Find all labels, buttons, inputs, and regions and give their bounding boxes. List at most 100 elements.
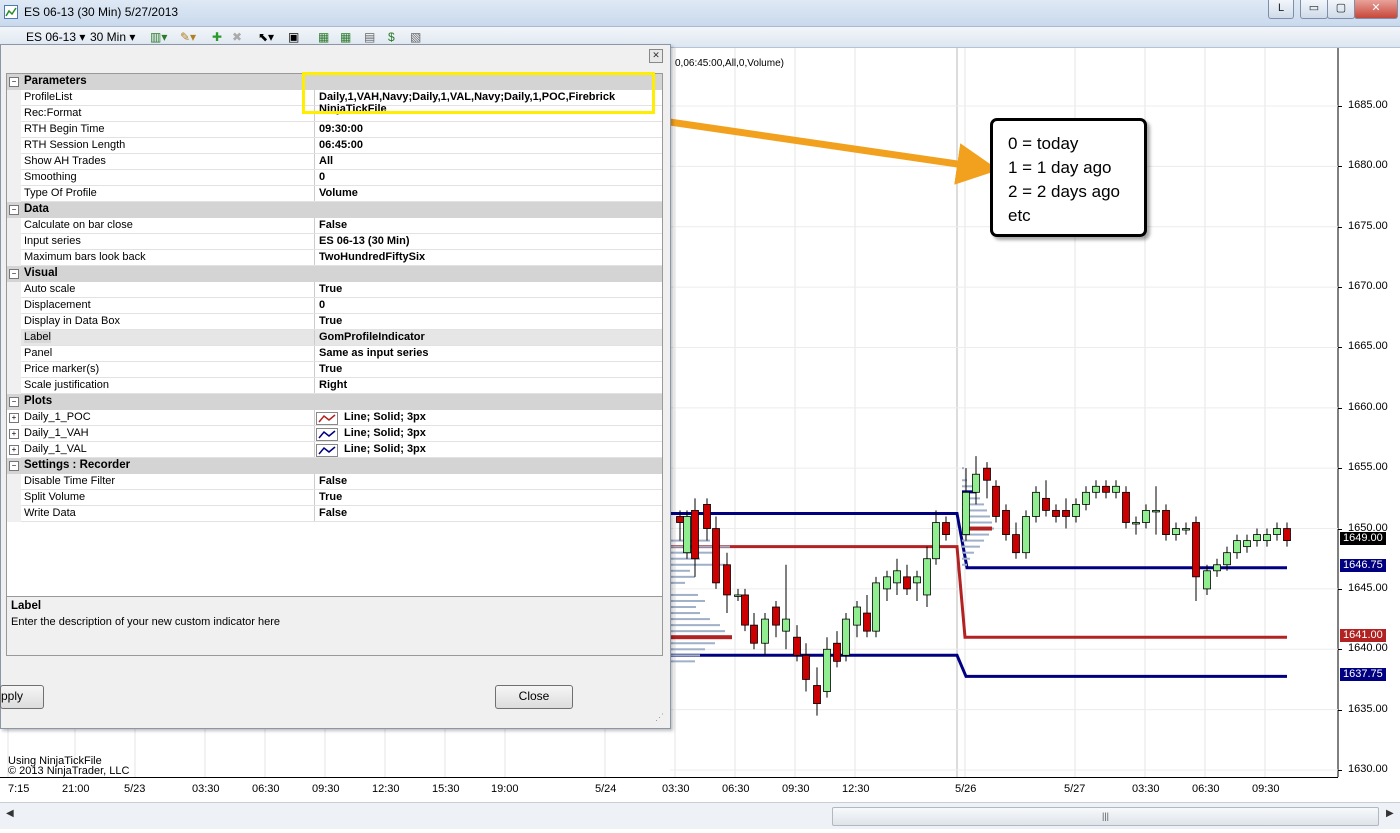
property-row[interactable]: Write Data False bbox=[7, 506, 662, 522]
candle-body bbox=[972, 473, 980, 493]
remove-icon[interactable]: ✖ bbox=[232, 30, 242, 44]
property-row[interactable]: Price marker(s) True bbox=[7, 362, 662, 378]
restore-button[interactable]: ▢ bbox=[1327, 0, 1355, 19]
scroll-left-icon[interactable]: ◀ bbox=[6, 808, 14, 819]
property-row[interactable]: Calculate on bar close False bbox=[7, 218, 662, 234]
plot-row[interactable]: + Daily_1_VAL Line; Solid; 3px bbox=[7, 442, 662, 458]
property-value[interactable]: False bbox=[319, 475, 347, 487]
property-value[interactable]: True bbox=[319, 283, 342, 295]
candle-body bbox=[813, 685, 821, 704]
property-value[interactable]: 09:30:00 bbox=[319, 123, 363, 135]
property-value[interactable]: Line; Solid; 3px bbox=[344, 427, 426, 439]
category-plots[interactable]: − Plots bbox=[7, 394, 662, 410]
property-value[interactable]: True bbox=[319, 491, 342, 503]
indicators-icon[interactable]: ▦ bbox=[318, 30, 329, 44]
draw-tool-icon[interactable]: ✎▾ bbox=[180, 30, 196, 44]
volume-profile-bar bbox=[670, 606, 696, 609]
property-row[interactable]: Smoothing 0 bbox=[7, 170, 662, 186]
property-value[interactable]: 0 bbox=[319, 299, 325, 311]
cursor-icon[interactable]: ⬉▾ bbox=[258, 30, 274, 44]
bar-type-icon[interactable]: ▥▾ bbox=[150, 30, 167, 44]
property-value[interactable]: Same as input series bbox=[319, 347, 428, 359]
strategies-icon[interactable]: ▦ bbox=[340, 30, 351, 44]
properties-icon[interactable]: ▤ bbox=[364, 30, 375, 44]
category-settings-recorder[interactable]: − Settings : Recorder bbox=[7, 458, 662, 474]
data-box-icon[interactable]: ▧ bbox=[410, 30, 421, 44]
scroll-right-icon[interactable]: ▶ bbox=[1386, 808, 1394, 819]
property-row[interactable]: Scale justification Right bbox=[7, 378, 662, 394]
category-visual[interactable]: − Visual bbox=[7, 266, 662, 282]
property-value[interactable]: True bbox=[319, 315, 342, 327]
expand-icon[interactable]: + bbox=[9, 429, 19, 439]
property-value[interactable]: Right bbox=[319, 379, 347, 391]
property-row[interactable]: Type Of Profile Volume bbox=[7, 186, 662, 202]
property-row[interactable]: Disable Time Filter False bbox=[7, 474, 662, 490]
callout-line: 0 = today bbox=[1008, 134, 1079, 153]
collapse-icon[interactable]: − bbox=[9, 269, 19, 279]
expand-icon[interactable]: + bbox=[9, 413, 19, 423]
expand-icon[interactable]: + bbox=[9, 445, 19, 455]
volume-profile-bar bbox=[670, 593, 698, 596]
volume-profile-bar bbox=[670, 648, 705, 651]
property-row[interactable]: RTH Session Length 06:45:00 bbox=[7, 138, 662, 154]
property-row[interactable]: Input series ES 06-13 (30 Min) bbox=[7, 234, 662, 250]
apply-button[interactable]: pply bbox=[0, 685, 44, 709]
chart-scrollbar[interactable]: ◀ ||| ▶ bbox=[0, 802, 1400, 829]
price-tick-mark bbox=[1338, 287, 1342, 289]
property-value[interactable]: False bbox=[319, 219, 347, 231]
candle-body bbox=[793, 636, 801, 656]
collapse-icon[interactable]: − bbox=[9, 77, 19, 87]
property-value[interactable]: 0 bbox=[319, 171, 325, 183]
instrument-selector[interactable]: ES 06-13 ▾ bbox=[26, 30, 85, 44]
poc-price-tag: 1641.00 bbox=[1340, 629, 1386, 642]
dollar-icon[interactable]: $ bbox=[388, 30, 395, 44]
dialog-close-icon[interactable]: ✕ bbox=[649, 49, 663, 63]
property-value[interactable]: GomProfileIndicator bbox=[319, 331, 425, 343]
candle-body bbox=[1233, 540, 1241, 554]
property-row-selected[interactable]: Label GomProfileIndicator bbox=[7, 330, 662, 346]
plot-row[interactable]: + Daily_1_POC Line; Solid; 3px bbox=[7, 410, 662, 426]
property-value[interactable]: Volume bbox=[319, 187, 358, 199]
property-row[interactable]: Split Volume True bbox=[7, 490, 662, 506]
interval-selector[interactable]: 30 Min ▾ bbox=[90, 30, 135, 44]
price-tick-label: 1675.00 bbox=[1348, 219, 1388, 232]
collapse-icon[interactable]: − bbox=[9, 397, 19, 407]
price-tick-label: 1655.00 bbox=[1348, 461, 1388, 474]
property-row[interactable]: Show AH Trades All bbox=[7, 154, 662, 170]
property-value[interactable]: TwoHundredFiftySix bbox=[319, 251, 425, 263]
property-value[interactable]: Line; Solid; 3px bbox=[344, 443, 426, 455]
zoom-icon[interactable]: ▣ bbox=[288, 30, 299, 44]
price-tick-mark bbox=[1338, 407, 1342, 409]
property-value[interactable]: False bbox=[319, 507, 347, 519]
price-tick-label: 1685.00 bbox=[1348, 99, 1388, 111]
category-data[interactable]: − Data bbox=[7, 202, 662, 218]
collapse-icon[interactable]: − bbox=[9, 461, 19, 471]
close-button[interactable]: Close bbox=[495, 685, 573, 709]
candle-body bbox=[962, 491, 970, 535]
time-tick-label: 19:00 bbox=[491, 783, 519, 795]
property-value[interactable]: 06:45:00 bbox=[319, 139, 363, 151]
layout-button[interactable]: L bbox=[1268, 0, 1294, 19]
close-window-button[interactable]: ✕ bbox=[1354, 0, 1398, 19]
val-price-tag: 1637.75 bbox=[1340, 668, 1386, 681]
candle-body bbox=[1223, 552, 1231, 566]
property-row[interactable]: Display in Data Box True bbox=[7, 314, 662, 330]
collapse-icon[interactable]: − bbox=[9, 205, 19, 215]
resize-grip-icon[interactable]: ⋰ bbox=[655, 712, 664, 723]
plot-row[interactable]: + Daily_1_VAH Line; Solid; 3px bbox=[7, 426, 662, 442]
candle-body bbox=[1092, 485, 1100, 493]
add-icon[interactable]: ✚ bbox=[212, 30, 222, 44]
property-value[interactable]: Line; Solid; 3px bbox=[344, 411, 426, 423]
property-row[interactable]: Panel Same as input series bbox=[7, 346, 662, 362]
instrument-label: ES 06-13 bbox=[26, 30, 77, 44]
property-row[interactable]: RTH Begin Time 09:30:00 bbox=[7, 122, 662, 138]
property-row[interactable]: Auto scale True bbox=[7, 282, 662, 298]
minimize-button[interactable]: ▭ bbox=[1300, 0, 1328, 19]
property-value[interactable]: True bbox=[319, 363, 342, 375]
property-row[interactable]: Maximum bars look back TwoHundredFiftySix bbox=[7, 250, 662, 266]
time-tick-label: 06:30 bbox=[1192, 783, 1220, 795]
property-value[interactable]: All bbox=[319, 155, 333, 167]
volume-profile-bar bbox=[670, 581, 685, 584]
property-value[interactable]: ES 06-13 (30 Min) bbox=[319, 235, 409, 247]
property-row[interactable]: Displacement 0 bbox=[7, 298, 662, 314]
